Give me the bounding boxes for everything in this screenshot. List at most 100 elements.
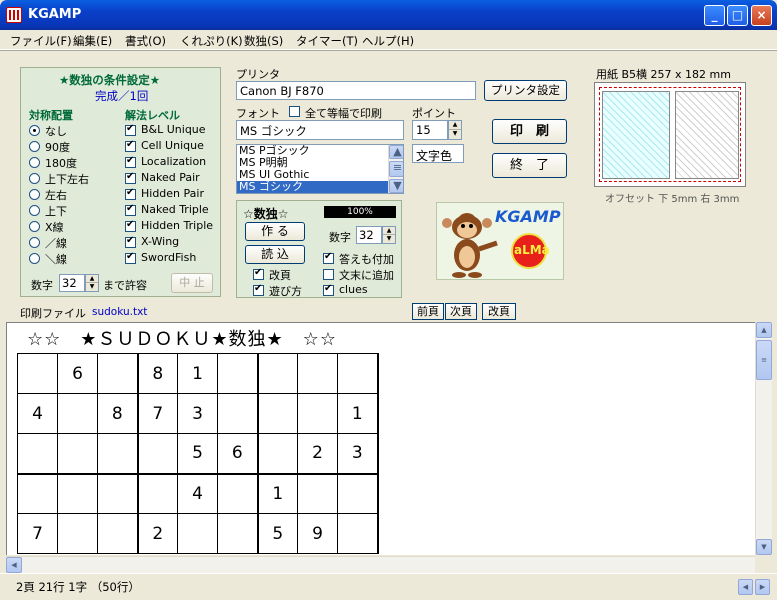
menu-file[interactable]: ファイル(F) <box>10 33 72 49</box>
method-checkbox[interactable] <box>125 187 136 200</box>
title-bar[interactable]: KGAMP _ □ × <box>0 0 777 30</box>
document-view[interactable]: ☆☆ ★ＳＵＤＯＫＵ★数独★ ☆☆ 681487315623417259 <box>6 322 755 555</box>
maximize-button[interactable]: □ <box>727 5 748 26</box>
font-field[interactable]: MS ゴシック <box>236 120 404 140</box>
next-page-button[interactable]: 次頁 <box>445 303 477 320</box>
sudoku-cell[interactable]: 8 <box>97 393 139 434</box>
sudoku-cell[interactable]: 5 <box>257 513 298 554</box>
method-checkbox[interactable] <box>125 251 136 264</box>
sudoku-cell[interactable]: 3 <box>337 433 379 475</box>
method-checkbox[interactable] <box>125 203 136 216</box>
font-color-button[interactable]: 文字色 <box>412 144 464 163</box>
symmetry-radio[interactable] <box>29 141 40 152</box>
sudoku-cell[interactable] <box>97 433 139 475</box>
count-spinner[interactable]: ▲ ▼ <box>85 274 99 292</box>
sudoku-cell[interactable] <box>257 393 298 434</box>
symmetry-radio[interactable] <box>29 221 40 232</box>
sudoku-cell[interactable]: 5 <box>177 433 218 475</box>
symmetry-radio[interactable] <box>29 253 40 264</box>
scroll-down-icon[interactable]: ▼ <box>389 179 403 193</box>
font-list-scrollbar[interactable]: ▲ ≡ ▼ <box>388 145 403 193</box>
scroll-thumb[interactable]: ≡ <box>389 161 403 177</box>
sudoku-cell[interactable] <box>97 473 139 514</box>
sudoku-cell[interactable] <box>337 353 379 394</box>
sudoku-cell[interactable]: 2 <box>137 513 178 554</box>
sudoku-cell[interactable] <box>297 393 338 434</box>
sudoku-cell[interactable] <box>17 353 58 394</box>
method-checkbox[interactable] <box>125 123 136 136</box>
method-checkbox[interactable] <box>125 155 136 168</box>
menu-timer[interactable]: タイマー(T) <box>296 33 358 49</box>
scroll-up-icon[interactable]: ▲ <box>756 322 772 338</box>
print-button[interactable]: 印 刷 <box>492 119 567 144</box>
sudoku-cell[interactable] <box>217 473 259 514</box>
font-list[interactable]: MS Pゴシック MS P明朝 MS UI Gothic MS ゴシック ▲ ≡… <box>236 144 404 194</box>
sudoku-cell[interactable]: 6 <box>57 353 98 394</box>
scroll-thumb[interactable]: ≡ <box>756 340 772 380</box>
sudoku-cell[interactable] <box>297 473 338 514</box>
menu-help[interactable]: ヘルプ(H) <box>362 33 414 49</box>
sudoku-cell[interactable] <box>57 393 98 434</box>
document-horizontal-scrollbar[interactable]: ◀ <box>6 556 755 573</box>
sudoku-cell[interactable] <box>57 513 98 554</box>
point-spinner[interactable]: ▲ ▼ <box>448 120 462 140</box>
point-field[interactable]: 15 <box>412 120 448 140</box>
sudoku-cell[interactable] <box>57 473 98 514</box>
sudoku-cell[interactable] <box>177 513 218 554</box>
prev-page-button[interactable]: 前頁 <box>412 303 444 320</box>
sudoku-cell[interactable]: 8 <box>137 353 178 394</box>
font-list-item-selected[interactable]: MS ゴシック <box>237 181 403 193</box>
how-to-play-checkbox[interactable] <box>253 283 264 296</box>
close-button[interactable]: × <box>751 5 772 26</box>
clues-checkbox[interactable] <box>323 283 334 296</box>
count-input[interactable]: 32 <box>59 274 85 292</box>
method-checkbox[interactable] <box>125 219 136 232</box>
sudoku-cell[interactable] <box>137 473 178 514</box>
print-file-name[interactable]: sudoku.txt <box>92 306 147 318</box>
sudoku-cell[interactable]: 1 <box>177 353 218 394</box>
sudoku-cell[interactable] <box>97 353 139 394</box>
make-button[interactable]: 作 る <box>245 222 305 241</box>
sudoku-cell[interactable] <box>217 513 259 554</box>
sudoku-cell[interactable] <box>337 473 379 514</box>
symmetry-radio[interactable] <box>29 173 40 184</box>
symmetry-radio[interactable] <box>29 157 40 168</box>
menu-kurepuri[interactable]: くれぷり(K) <box>180 33 243 49</box>
sudoku-cell[interactable] <box>257 353 298 394</box>
menu-format[interactable]: 書式(O) <box>125 33 166 49</box>
scroll-down-icon[interactable]: ▼ <box>756 539 772 555</box>
method-checkbox[interactable] <box>125 235 136 248</box>
scroll-up-icon[interactable]: ▲ <box>389 145 403 159</box>
status-right-icon[interactable]: ▶ <box>755 579 770 595</box>
page-break-button[interactable]: 改頁 <box>482 303 516 320</box>
sudoku-cell[interactable]: 6 <box>217 433 259 475</box>
menu-sudoku[interactable]: 数独(S) <box>244 33 283 49</box>
sudoku-cell[interactable]: 9 <box>297 513 338 554</box>
minimize-button[interactable]: _ <box>704 5 725 26</box>
sudoku-cell[interactable]: 1 <box>257 473 298 514</box>
load-button[interactable]: 読 込 <box>245 245 305 264</box>
symmetry-radio[interactable] <box>29 125 40 136</box>
symmetry-radio[interactable] <box>29 189 40 200</box>
sudoku-cell[interactable]: 7 <box>137 393 178 434</box>
stop-button[interactable]: 中 止 <box>171 273 213 293</box>
sudoku-cell[interactable]: 4 <box>177 473 218 514</box>
sudoku-cell[interactable]: 3 <box>177 393 218 434</box>
sudoku-count-spinner[interactable]: ▲ ▼ <box>382 226 396 244</box>
sudoku-cell[interactable] <box>297 353 338 394</box>
page-break-checkbox[interactable] <box>253 267 264 280</box>
printer-settings-button[interactable]: プリンタ設定 <box>484 80 567 101</box>
printer-field[interactable]: Canon BJ F870 <box>236 81 476 100</box>
sudoku-cell[interactable] <box>137 433 178 475</box>
sudoku-cell[interactable] <box>17 433 58 475</box>
sudoku-cell[interactable] <box>257 433 298 475</box>
sudoku-cell[interactable] <box>97 513 139 554</box>
document-vertical-scrollbar[interactable]: ▲ ≡ ▼ <box>755 322 772 555</box>
sudoku-cell[interactable]: 2 <box>297 433 338 475</box>
sudoku-cell[interactable] <box>17 473 58 514</box>
status-left-icon[interactable]: ◀ <box>738 579 753 595</box>
sudoku-cell[interactable] <box>337 513 379 554</box>
symmetry-radio[interactable] <box>29 237 40 248</box>
symmetry-radio[interactable] <box>29 205 40 216</box>
method-checkbox[interactable] <box>125 171 136 184</box>
